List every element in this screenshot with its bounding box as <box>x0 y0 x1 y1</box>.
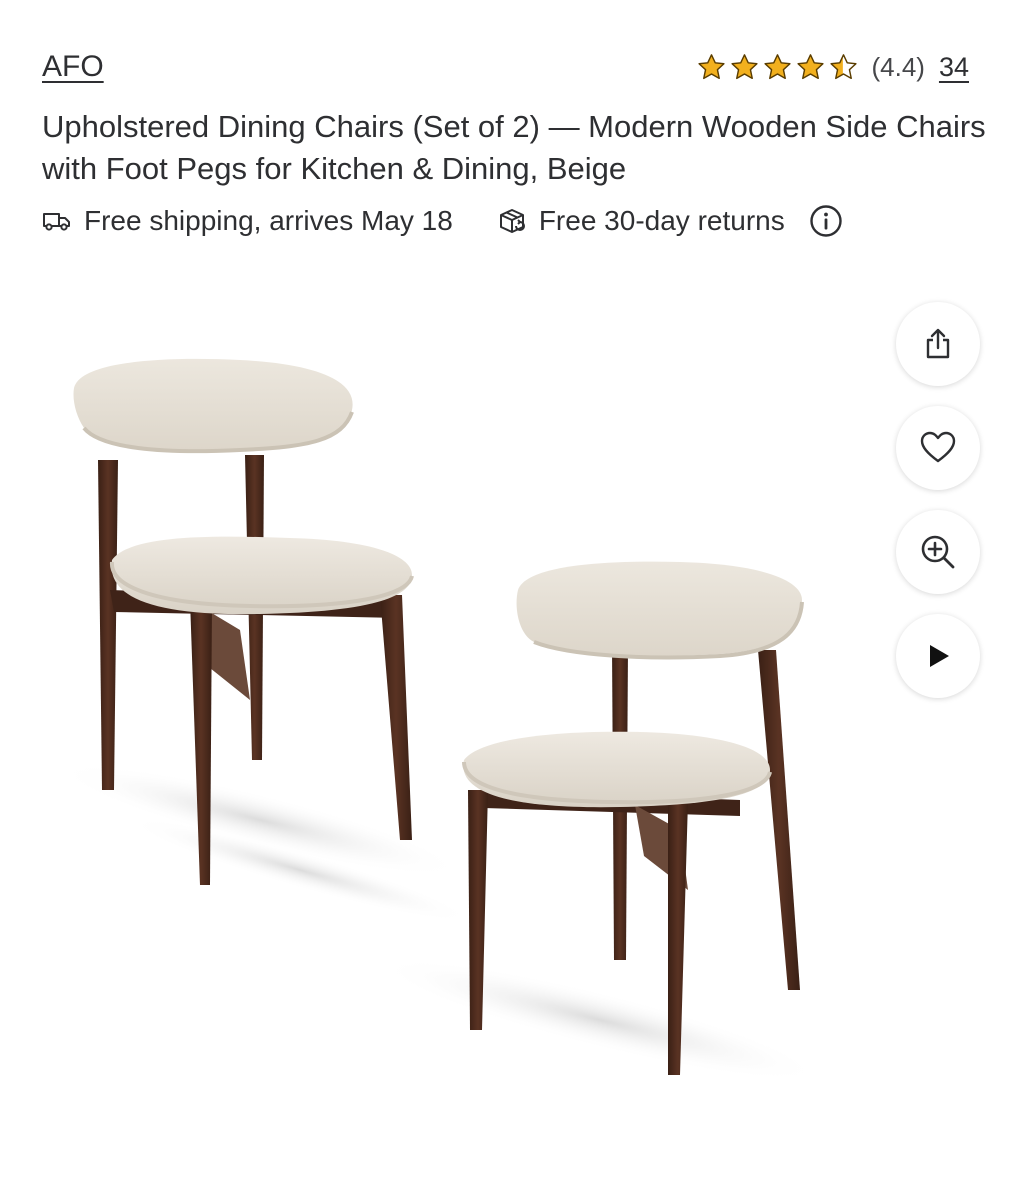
share-button[interactable] <box>896 302 980 386</box>
rating-value: (4.4) <box>871 52 925 82</box>
image-actions <box>896 302 980 718</box>
review-count-link[interactable]: 34 <box>939 52 969 83</box>
fulfillment-badges: Free shipping, arrives May 18 Free 30-da… <box>42 204 843 238</box>
star-full-icon <box>764 54 792 80</box>
play-icon <box>930 645 949 667</box>
returns-badge: Free 30-day returns <box>497 205 785 237</box>
product-title: Upholstered Dining Chairs (Set of 2) — M… <box>42 109 986 186</box>
star-partial-icon <box>830 54 858 80</box>
truck-icon <box>43 213 70 231</box>
product-image[interactable] <box>40 300 940 1150</box>
zoom-button[interactable] <box>896 510 980 594</box>
zoom-in-icon <box>921 535 955 569</box>
rating-summary[interactable]: (4.4) 34 <box>696 52 969 83</box>
brand-link[interactable]: AFO <box>42 50 104 84</box>
star-full-icon <box>797 54 825 80</box>
star-rating <box>696 52 859 83</box>
favorite-button[interactable] <box>896 406 980 490</box>
shipping-label: Free shipping, arrives May 18 <box>84 205 453 236</box>
share-icon <box>926 328 950 359</box>
returns-label: Free 30-day returns <box>538 205 785 236</box>
shipping-badge: Free shipping, arrives May 18 <box>42 205 453 237</box>
heart-icon <box>920 431 956 463</box>
star-full-icon <box>698 54 726 80</box>
star-full-icon <box>731 54 759 80</box>
info-icon[interactable] <box>809 204 843 238</box>
play-video-button[interactable] <box>896 614 980 698</box>
return-box-icon <box>499 209 525 233</box>
